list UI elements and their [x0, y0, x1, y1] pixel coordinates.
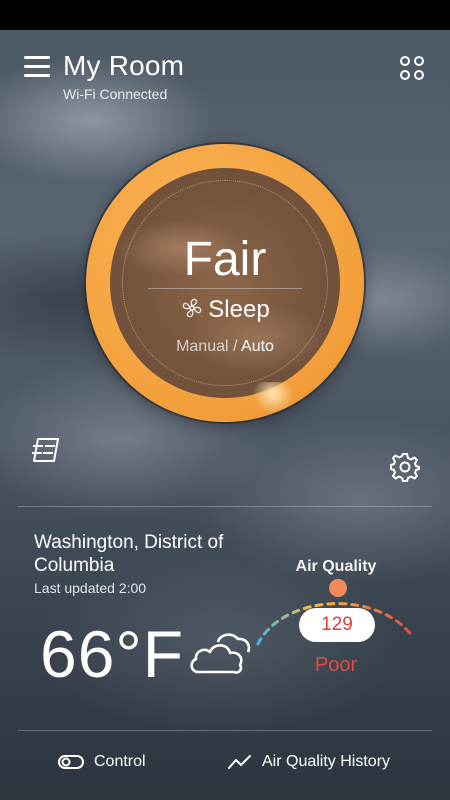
hamburger-menu-icon[interactable]	[24, 56, 50, 78]
nav-control-label: Control	[94, 753, 146, 770]
fan-mode-label: Sleep	[208, 296, 270, 323]
last-updated-text: Last updated 2:00	[34, 580, 147, 596]
gauge-indicator	[329, 579, 347, 597]
mode-separator: /	[233, 338, 238, 355]
grid-apps-icon[interactable]	[400, 56, 426, 82]
air-status-dial: Fair Sleep Manual / Auto	[86, 144, 364, 422]
nav-control-button[interactable]: Control	[58, 753, 146, 779]
air-quality-level: Poor	[314, 654, 358, 676]
top-bar: My Room Wi-Fi Connected	[0, 30, 450, 110]
location-name: Washington, District of Columbia	[34, 532, 224, 576]
connection-status: Wi-Fi Connected	[63, 86, 168, 102]
auto-mode-option[interactable]: Auto	[241, 338, 274, 355]
control-mode-selector: Manual / Auto	[86, 338, 364, 356]
dial-divider	[148, 288, 302, 289]
bottom-navigation: Control Air Quality History	[0, 731, 450, 800]
system-status-bar	[0, 0, 450, 30]
toggle-icon	[58, 755, 84, 769]
air-status-text: Fair	[183, 233, 267, 286]
nav-history-label: Air Quality History	[262, 753, 391, 770]
manual-mode-option[interactable]: Manual	[176, 338, 228, 355]
outdoor-temperature: 66°F	[40, 617, 185, 691]
air-quality-value: 129	[299, 608, 375, 642]
fan-icon	[180, 296, 204, 327]
room-title[interactable]: My Room	[63, 50, 184, 82]
fan-mode[interactable]: Sleep	[86, 296, 364, 327]
cloudy-icon	[188, 628, 252, 683]
dial-knob[interactable]	[254, 382, 292, 412]
section-divider	[18, 506, 432, 507]
filter-icon[interactable]	[30, 436, 62, 464]
nav-air-quality-history-button[interactable]: Air Quality History	[228, 753, 390, 779]
trend-line-icon	[228, 755, 251, 769]
gear-icon[interactable]	[389, 451, 421, 483]
